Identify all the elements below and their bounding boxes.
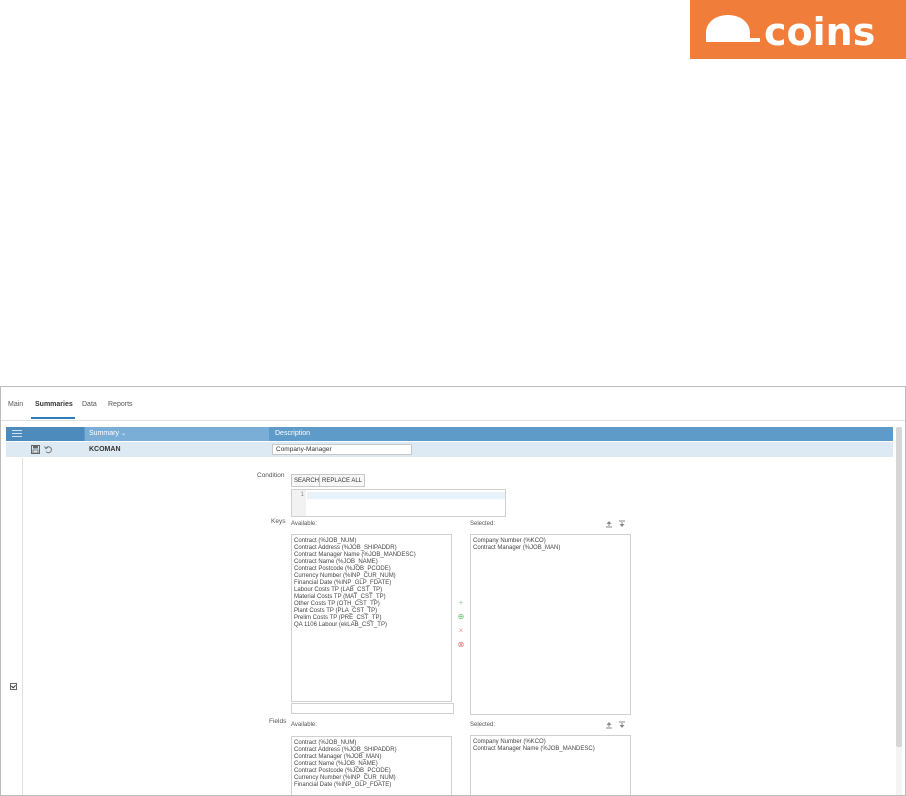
list-item[interactable]: Plant Costs TP (PLA_CST_TP) <box>294 608 449 615</box>
list-item[interactable]: Contract Manager Name (%JOB_MANDESC) <box>294 552 449 559</box>
fields-label: Fields <box>269 718 287 725</box>
fields-selected-label: Selected: <box>470 722 496 728</box>
grid-menu-cell[interactable] <box>6 427 84 441</box>
add-all-icon[interactable]: ⊕ <box>457 613 465 621</box>
keys-label: Keys <box>271 518 286 525</box>
keys-available-list[interactable]: Contract (%JOB_NUM) Contract Address (%J… <box>291 534 452 702</box>
search-button[interactable]: SEARCH <box>291 474 323 487</box>
active-tab-indicator <box>31 417 75 419</box>
keys-selected-list[interactable]: Company Number (%KCO) Contract Manager (… <box>470 534 631 715</box>
grid-header: Summary ⌄ Description <box>6 427 893 441</box>
scrollbar-thumb[interactable] <box>896 427 902 747</box>
logo-wordmark: coins <box>764 10 875 54</box>
replace-all-button[interactable]: REPLACE ALL <box>319 474 366 487</box>
condition-label: Condition <box>257 472 285 479</box>
list-item[interactable]: Contract Manager (%JOB_MAN) <box>294 754 449 761</box>
list-item[interactable]: Currency Number (%INP_CUR_NUM) <box>294 573 449 580</box>
move-top-icon[interactable] <box>605 721 613 729</box>
tab-summaries[interactable]: Summaries <box>35 401 73 408</box>
list-item[interactable]: Contract Address (%JOB_SHIPADDR) <box>294 545 449 552</box>
list-item[interactable]: Financial Date (%INP_GLP_FDATE) <box>294 580 449 587</box>
detail-rail <box>6 458 23 795</box>
undo-icon[interactable] <box>44 445 53 454</box>
fields-available-label: Available: <box>291 722 317 728</box>
coins-logo: coins <box>690 0 906 59</box>
tab-reports[interactable]: Reports <box>108 401 133 408</box>
fields-selected-list[interactable]: Company Number (%KCO) Contract Manager N… <box>470 735 631 795</box>
hardhat-logo-icon: coins <box>706 10 875 54</box>
list-item[interactable]: Other Costs TP (OTH_CST_TP) <box>294 601 449 608</box>
remove-icon[interactable]: × <box>457 627 465 635</box>
list-item[interactable]: Contract Postcode (%JOB_PCODE) <box>294 768 449 775</box>
list-item[interactable]: Company Number (%KCO) <box>473 538 628 545</box>
tab-main[interactable]: Main <box>8 401 23 408</box>
summaries-panel: Main Summaries Data Reports Summary ⌄ De… <box>0 386 906 796</box>
description-input[interactable] <box>272 444 412 455</box>
list-item[interactable]: Contract Manager (%JOB_MAN) <box>473 545 628 552</box>
list-item[interactable]: Contract Name (%JOB_NAME) <box>294 559 449 566</box>
list-item[interactable]: Prelim Costs TP (PRE_CST_TP) <box>294 615 449 622</box>
active-line <box>307 492 505 499</box>
save-icon[interactable] <box>31 445 40 454</box>
list-item[interactable]: Currency Number (%INP_CUR_NUM) <box>294 775 449 782</box>
move-bottom-icon[interactable] <box>618 721 626 729</box>
tab-data[interactable]: Data <box>82 401 97 408</box>
move-bottom-icon[interactable] <box>618 520 626 528</box>
menu-icon[interactable] <box>12 430 22 438</box>
checkbox-icon[interactable] <box>10 683 17 690</box>
column-description-label: Description <box>275 430 311 437</box>
fields-available-list[interactable]: Contract (%JOB_NUM) Contract Address (%J… <box>291 736 452 795</box>
list-item[interactable]: Contract Address (%JOB_SHIPADDR) <box>294 747 449 754</box>
remove-all-icon[interactable]: ⊗ <box>457 641 465 649</box>
list-item[interactable]: Contract Postcode (%JOB_PCODE) <box>294 566 449 573</box>
list-item[interactable]: Material Costs TP (MAT_CST_TP) <box>294 594 449 601</box>
list-item[interactable]: Contract (%JOB_NUM) <box>294 538 449 545</box>
table-row[interactable]: KCOMAN <box>6 442 893 457</box>
column-header-description[interactable]: Description <box>270 427 893 441</box>
line-number: 1 <box>292 490 306 516</box>
list-item[interactable]: Contract (%JOB_NUM) <box>294 740 449 747</box>
keys-available-label: Available: <box>291 521 317 527</box>
keys-filter-input[interactable] <box>291 703 454 714</box>
column-summary-label: Summary <box>89 430 119 437</box>
tab-bar: Main Summaries Data Reports <box>1 387 905 421</box>
keys-selected-label: Selected: <box>470 521 496 527</box>
summary-code: KCOMAN <box>89 446 121 453</box>
column-header-summary[interactable]: Summary ⌄ <box>85 427 269 441</box>
list-item[interactable]: Contract Name (%JOB_NAME) <box>294 761 449 768</box>
list-item[interactable]: Company Number (%KCO) <box>473 739 628 746</box>
list-item[interactable]: QA 1106 Labour (ekLAB_CST_TP) <box>294 622 449 629</box>
move-top-icon[interactable] <box>605 520 613 528</box>
add-icon[interactable]: + <box>457 599 465 607</box>
sort-arrow-icon[interactable]: ⌄ <box>121 430 126 437</box>
list-item[interactable]: Contract Manager Name (%JOB_MANDESC) <box>473 746 628 753</box>
list-item[interactable]: Financial Date (%INP_GLP_FDATE) <box>294 782 449 789</box>
condition-editor[interactable]: 1 <box>291 489 506 517</box>
list-item[interactable]: Labour Costs TP (LAB_CST_TP) <box>294 587 449 594</box>
